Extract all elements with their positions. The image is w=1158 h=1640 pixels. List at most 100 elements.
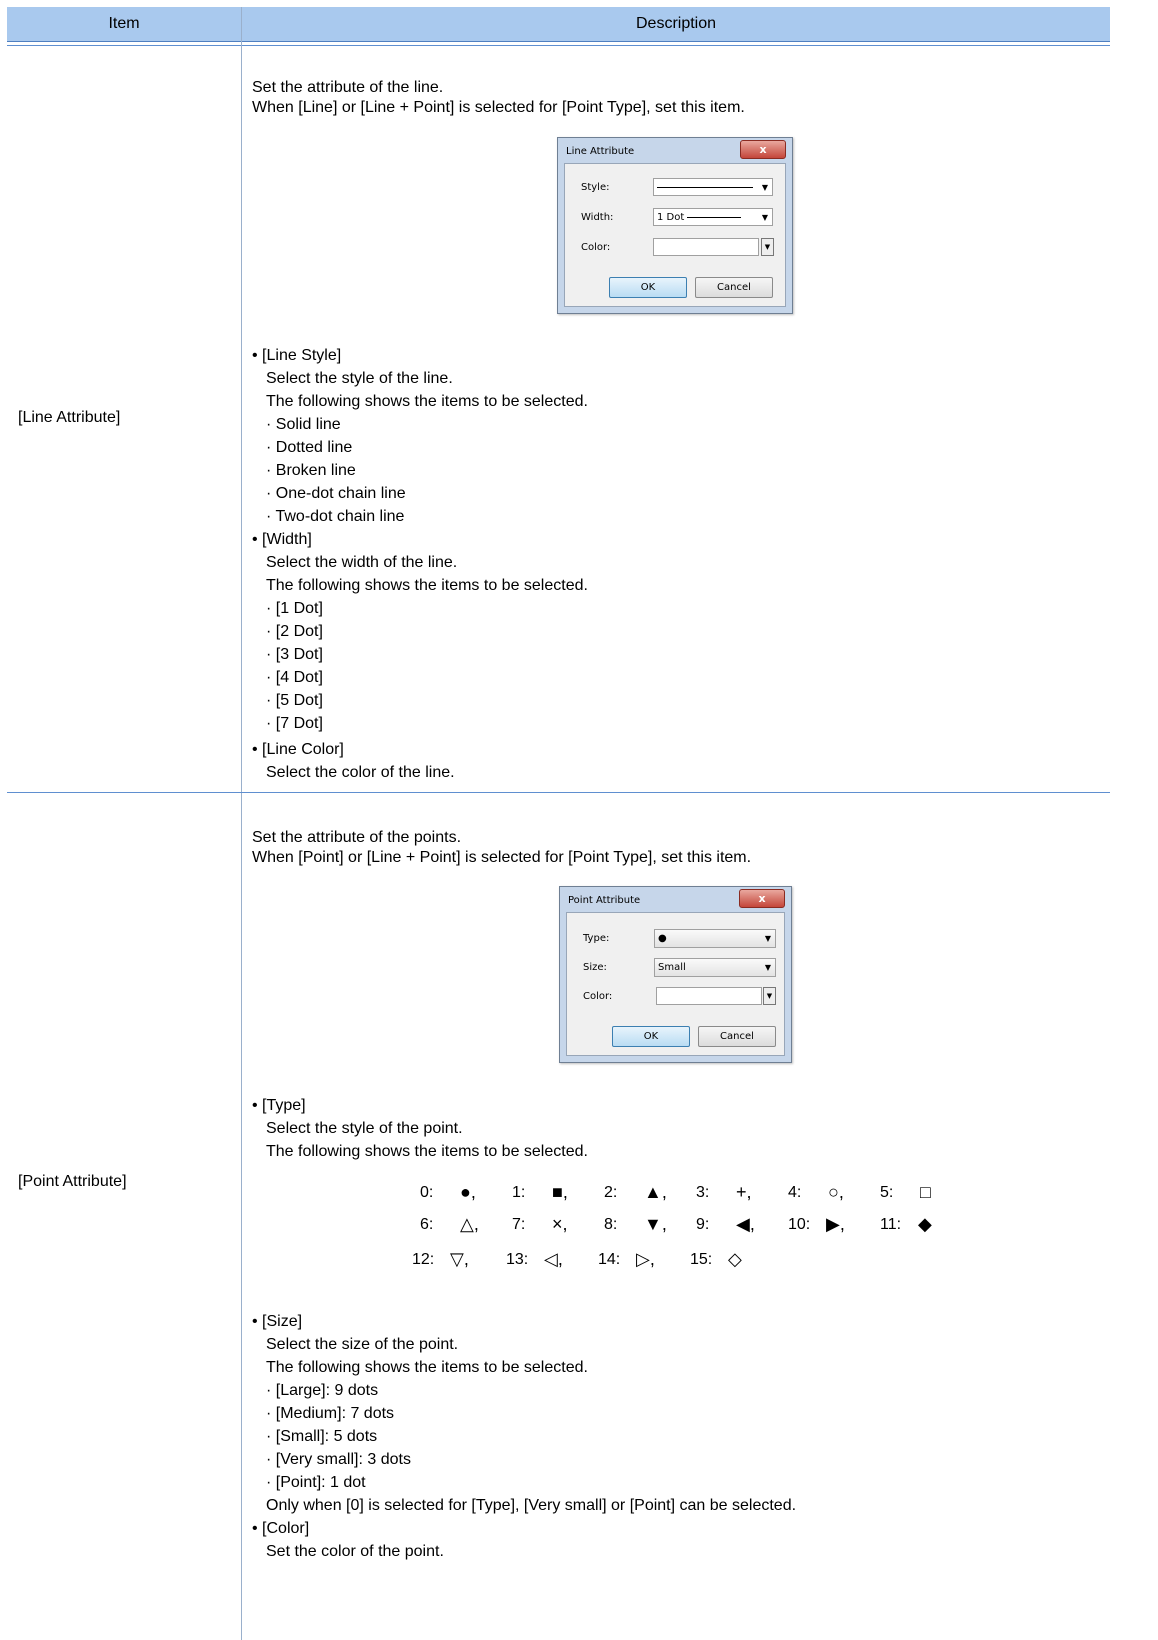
point-type-number: 8: (604, 1216, 618, 1233)
desc-line: Only when [0] is selected for [Type], [V… (266, 1497, 797, 1514)
desc-line: The following shows the items to be sele… (266, 1359, 588, 1376)
color-label: Color: (581, 242, 611, 253)
desc-line: Select the style of the point. (266, 1120, 463, 1137)
list-item: · [7 Dot] (266, 715, 323, 732)
close-icon[interactable]: x (740, 140, 786, 159)
color-field[interactable] (656, 987, 762, 1005)
list-item: · [4 Dot] (266, 669, 323, 686)
point-type-number: 5: (880, 1184, 894, 1201)
point-type-number: 13: (506, 1251, 529, 1268)
chevron-down-icon: ▼ (764, 934, 771, 943)
chevron-down-icon: ▼ (764, 963, 771, 972)
size-label: Size: (583, 962, 607, 973)
column-divider (241, 7, 242, 1640)
desc-line: Select the style of the line. (266, 370, 453, 387)
cancel-button[interactable]: Cancel (695, 277, 773, 298)
desc-line: Set the color of the point. (266, 1543, 444, 1560)
width-label: Width: (581, 212, 614, 223)
desc-line: Select the width of the line. (266, 554, 458, 571)
point-type-number: 15: (690, 1251, 713, 1268)
point-type-symbol-icon: ○, (828, 1182, 844, 1202)
point-type-symbol-icon: ▽, (450, 1249, 469, 1269)
list-item: · Dotted line (266, 439, 353, 456)
list-item: · [Small]: 5 dots (266, 1428, 378, 1445)
point-type-symbol-icon: ×, (552, 1214, 568, 1234)
point-type-number: 14: (598, 1251, 621, 1268)
list-item: · [3 Dot] (266, 646, 323, 663)
point-type-symbol-icon: □ (920, 1182, 931, 1202)
desc-line: Select the size of the point. (266, 1336, 459, 1353)
solid-line-icon (657, 186, 753, 188)
dot-icon: ● (658, 933, 667, 944)
list-item: · [2 Dot] (266, 623, 323, 640)
bullet-type: • [Type] (252, 1097, 306, 1114)
color-label: Color: (583, 991, 613, 1002)
point-type-symbol-icon: ◁, (544, 1249, 563, 1269)
close-icon[interactable]: x (739, 889, 785, 908)
list-item: · [Large]: 9 dots (266, 1382, 379, 1399)
point-type-symbol-icon: ■, (552, 1182, 568, 1202)
chevron-down-icon: ▼ (761, 183, 768, 192)
ok-button[interactable]: OK (609, 277, 687, 298)
list-item: · [5 Dot] (266, 692, 323, 709)
list-item: · [Very small]: 3 dots (266, 1451, 411, 1468)
point-type-number: 10: (788, 1216, 811, 1233)
chevron-down-icon: ▼ (761, 213, 768, 222)
point-type-number: 0: (420, 1184, 434, 1201)
type-label: Type: (583, 933, 610, 944)
desc-line: The following shows the items to be sele… (266, 393, 588, 410)
dialog-title: Point Attribute (568, 895, 641, 906)
point-type-number: 11: (880, 1216, 902, 1233)
color-dropdown-button[interactable]: ▼ (763, 987, 776, 1005)
point-type-number: 9: (696, 1216, 710, 1233)
ok-button[interactable]: OK (612, 1026, 690, 1047)
row-item-line-attribute: [Line Attribute] (18, 409, 121, 426)
list-item: · Solid line (266, 416, 341, 433)
point-type-symbol-icon: ▷, (636, 1249, 655, 1269)
header-divider (7, 41, 1110, 42)
width-line-icon (687, 216, 742, 218)
header-item-label: Item (108, 15, 140, 32)
point-type-number: 3: (696, 1184, 710, 1201)
point-type-number: 1: (512, 1184, 526, 1201)
color-dropdown-button[interactable]: ▼ (761, 238, 774, 256)
point-attribute-dialog: Point Attribute x Type: ● ▼ Size: Small … (559, 886, 792, 1063)
point-type-number: 4: (788, 1184, 802, 1201)
style-label: Style: (581, 182, 610, 193)
list-item: · One-dot chain line (266, 485, 406, 502)
point-type-symbol-icon: ▼, (644, 1214, 667, 1234)
row-divider (7, 792, 1110, 793)
size-value: Small (658, 962, 686, 973)
cancel-button[interactable]: Cancel (698, 1026, 776, 1047)
line-attribute-dialog: Line Attribute x Style: ▼ Width: 1 Dot ▼… (557, 137, 793, 314)
width-select[interactable]: 1 Dot ▼ (653, 208, 773, 226)
size-select[interactable]: Small ▼ (654, 958, 776, 977)
point-type-symbol-icon: ●, (460, 1182, 476, 1202)
desc-line: Select the color of the line. (266, 764, 455, 781)
bullet-color: • [Color] (252, 1520, 310, 1537)
desc-line: The following shows the items to be sele… (266, 1143, 588, 1160)
style-select[interactable]: ▼ (653, 178, 773, 196)
color-field[interactable] (653, 238, 759, 256)
point-type-number: 6: (420, 1216, 434, 1233)
header-description: Description (242, 7, 1110, 41)
dialog-title: Line Attribute (566, 146, 635, 157)
header-divider-2 (7, 45, 1110, 46)
header-item: Item (7, 7, 241, 41)
list-item: · [Point]: 1 dot (266, 1474, 366, 1491)
header-description-label: Description (635, 15, 717, 32)
width-value: 1 Dot (657, 211, 685, 223)
point-type-symbol-icon: ▲, (644, 1182, 667, 1202)
row-item-point-attribute: [Point Attribute] (18, 1173, 127, 1190)
point-type-number: 12: (412, 1251, 435, 1268)
point-type-symbol-icon: △, (460, 1214, 479, 1234)
point-type-symbol-icon: +, (736, 1182, 752, 1202)
desc-line: The following shows the items to be sele… (266, 577, 588, 594)
list-item: · [Medium]: 7 dots (266, 1405, 395, 1422)
list-item: · [1 Dot] (266, 600, 323, 617)
list-item: · Broken line (266, 462, 356, 479)
line-intro-2: When [Line] or [Line + Point] is selecte… (252, 99, 745, 116)
bullet-line-color: • [Line Color] (252, 741, 344, 758)
type-select[interactable]: ● ▼ (654, 929, 776, 948)
bullet-size: • [Size] (252, 1313, 303, 1330)
